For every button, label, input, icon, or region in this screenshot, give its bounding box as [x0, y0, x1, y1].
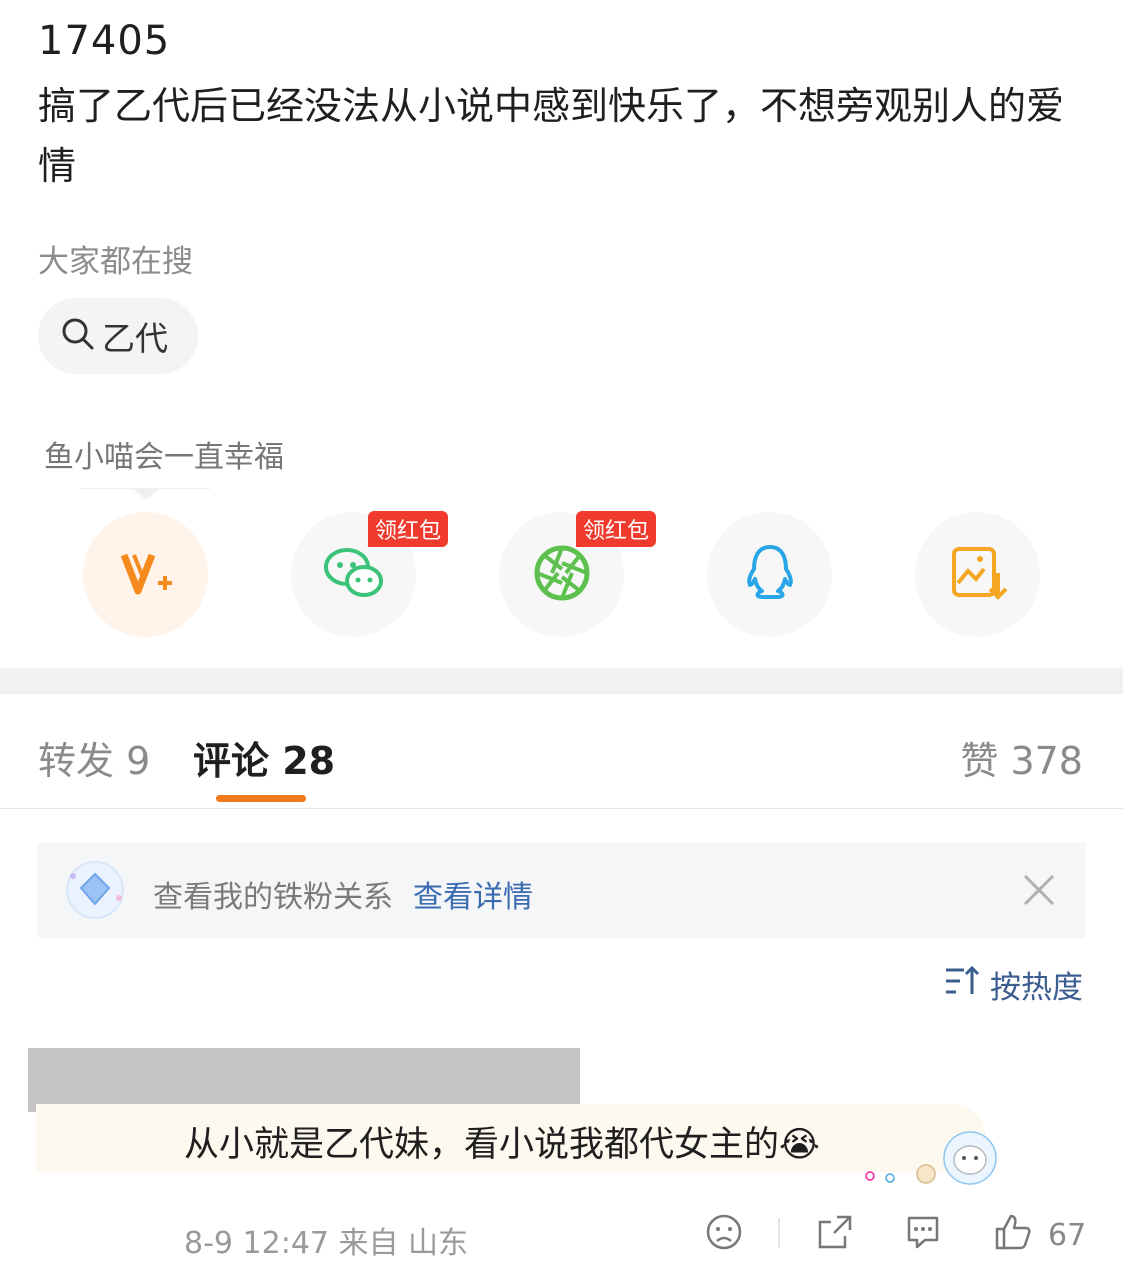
- post-text: 搞了乙代后已经没法从小说中感到快乐了，不想旁观别人的爱情: [38, 84, 1065, 188]
- moments-icon: [528, 539, 596, 611]
- close-icon[interactable]: [1021, 872, 1057, 912]
- fan-bar-link[interactable]: 查看详情: [413, 872, 533, 916]
- wechat-icon: [320, 539, 388, 611]
- hot-search-chip-text: 乙代: [102, 319, 168, 358]
- wechat-red-packet-badge: 领红包: [368, 511, 449, 547]
- comment-emoji: 😭: [779, 1125, 820, 1165]
- sort-icon: [944, 964, 980, 1006]
- section-separator: [0, 668, 1123, 694]
- comment-text: 从小就是乙代妹，看小说我都代女主的😭: [184, 1116, 820, 1167]
- share-icon[interactable]: [815, 1212, 855, 1256]
- tabs-divider: [0, 808, 1123, 809]
- reply-icon[interactable]: [903, 1212, 943, 1256]
- fan-bar-text: 查看我的铁粉关系: [153, 880, 393, 915]
- comment-body: 从小就是乙代妹，看小说我都代女主的: [184, 1125, 780, 1165]
- search-icon: [60, 316, 96, 356]
- comment-meta: 8-9 12:47 来自 山东: [184, 1226, 469, 1261]
- save-image-button[interactable]: [915, 512, 1040, 637]
- fan-relationship-bar[interactable]: 查看我的铁粉关系 查看详情: [37, 842, 1086, 938]
- share-tooltip: 鱼小喵会一直幸福: [44, 440, 284, 475]
- like-icon[interactable]: [993, 1212, 1033, 1256]
- decorative-sticker-icon: [860, 1128, 1000, 1192]
- hot-search-label: 大家都在搜: [38, 244, 193, 280]
- share-qq-button[interactable]: [707, 512, 832, 637]
- action-divider: [778, 1218, 780, 1248]
- tooltip-arrow: [132, 488, 160, 500]
- moments-red-packet-badge: 领红包: [576, 511, 657, 547]
- share-vplus-button[interactable]: [83, 512, 208, 637]
- fan-badge-icon: [63, 858, 127, 926]
- sort-by-hot-button[interactable]: 按热度: [944, 962, 1083, 1007]
- save-image-icon: [944, 539, 1012, 611]
- active-tab-indicator: [216, 795, 306, 802]
- hot-search-chip[interactable]: 乙代: [38, 298, 198, 374]
- dislike-icon[interactable]: [704, 1212, 744, 1256]
- tab-repost[interactable]: 转发 9: [38, 730, 150, 785]
- tab-comments[interactable]: 评论 28: [193, 730, 335, 785]
- redacted-username: [28, 1048, 580, 1112]
- sort-label: 按热度: [990, 970, 1083, 1006]
- like-count: 67: [1048, 1218, 1087, 1253]
- qq-icon: [736, 539, 804, 611]
- vplus-icon: [112, 539, 180, 611]
- post-id: 17405: [38, 18, 171, 64]
- tab-likes[interactable]: 赞 378: [960, 730, 1083, 785]
